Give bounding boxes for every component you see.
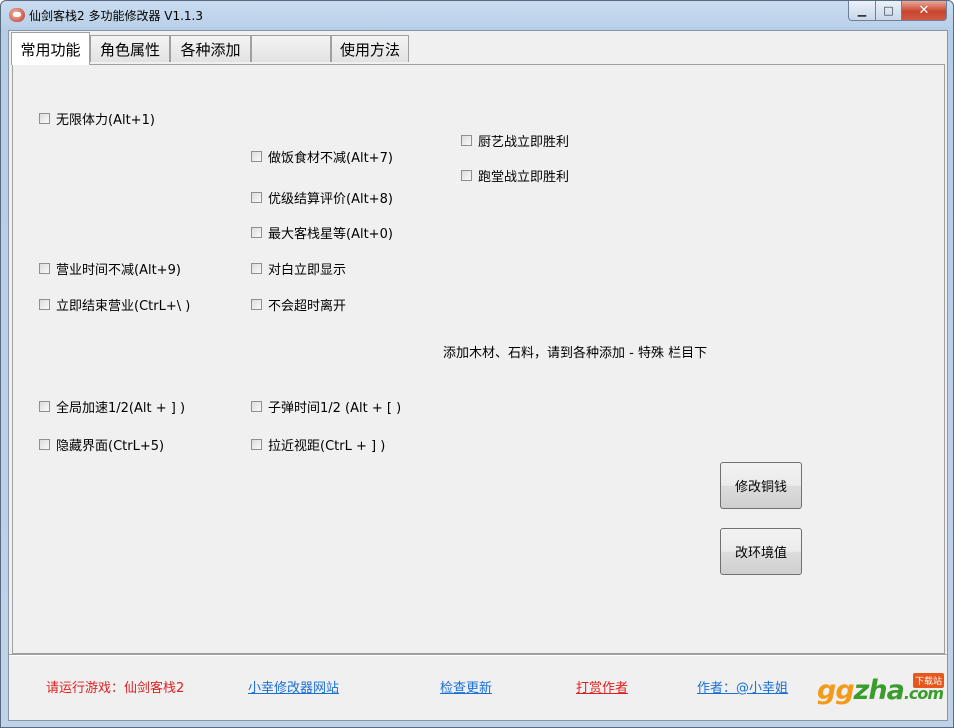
checkbox-label: 子弹时间1/2 (Alt + [ ) bbox=[268, 401, 402, 416]
minimize-icon: ▁ bbox=[857, 4, 867, 17]
window-controls: ▁ □ ✕ bbox=[848, 1, 947, 21]
checkbox-instant-dialogue[interactable]: 对白立即显示 bbox=[251, 259, 346, 278]
checkbox-box[interactable] bbox=[461, 135, 472, 146]
checkbox-box[interactable] bbox=[461, 170, 472, 181]
checkbox-label: 立即结束营业(CtrL+\ ) bbox=[56, 299, 191, 314]
footer-divider bbox=[9, 654, 947, 656]
checkbox-label: 无限体力(Alt+1) bbox=[56, 113, 155, 128]
checkbox-label: 隐藏界面(CtrL+5) bbox=[56, 439, 165, 454]
watermark-tag: 下载站 bbox=[913, 673, 945, 688]
close-icon: ✕ bbox=[918, 3, 930, 18]
website-link[interactable]: 小幸修改器网站 bbox=[248, 677, 339, 696]
checkbox-label: 全局加速1/2(Alt + ] ) bbox=[56, 401, 186, 416]
tab-character[interactable]: 角色属性 bbox=[90, 35, 170, 62]
checkbox-box[interactable] bbox=[39, 439, 50, 450]
checkbox-box[interactable] bbox=[251, 439, 262, 450]
donate-link[interactable]: 打赏作者 bbox=[576, 677, 628, 696]
checkbox-box[interactable] bbox=[39, 263, 50, 274]
checkbox-box[interactable] bbox=[251, 151, 262, 162]
checkbox-box[interactable] bbox=[251, 263, 262, 274]
maximize-icon: □ bbox=[883, 4, 894, 17]
app-window: 仙剑客栈2 多功能修改器 V1.1.3 ▁ □ ✕ 常用功能 角色属性 各种添加… bbox=[0, 0, 954, 728]
app-icon bbox=[9, 8, 25, 22]
checkbox-box[interactable] bbox=[251, 401, 262, 412]
checkbox-box[interactable] bbox=[251, 192, 262, 203]
tab-panel-common: 无限体力(Alt+1) 营业时间不减(Alt+9) 立即结束营业(CtrL+\ … bbox=[12, 64, 945, 654]
ggzha-watermark-logo: ggzha.com 下载站 bbox=[817, 673, 947, 713]
tab-add-items[interactable]: 各种添加 bbox=[170, 35, 251, 62]
tab-usage[interactable]: 使用方法 bbox=[331, 35, 409, 62]
minimize-button[interactable]: ▁ bbox=[848, 1, 876, 21]
modify-environment-button[interactable]: 改环境值 bbox=[720, 528, 802, 575]
checkbox-box[interactable] bbox=[251, 227, 262, 238]
close-button[interactable]: ✕ bbox=[902, 1, 947, 21]
checkbox-zoom-in[interactable]: 拉近视距(CtrL + ] ) bbox=[251, 435, 385, 454]
checkbox-no-ingredient-loss[interactable]: 做饭食材不减(Alt+7) bbox=[251, 147, 393, 166]
checkbox-label: 做饭食材不减(Alt+7) bbox=[268, 151, 393, 166]
checkbox-global-speed[interactable]: 全局加速1/2(Alt + ] ) bbox=[39, 397, 185, 416]
checkbox-hide-ui[interactable]: 隐藏界面(CtrL+5) bbox=[39, 435, 164, 454]
tab-blank[interactable] bbox=[251, 35, 331, 62]
checkbox-box[interactable] bbox=[39, 401, 50, 412]
check-update-link[interactable]: 检查更新 bbox=[440, 677, 492, 696]
checkbox-label: 跑堂战立即胜利 bbox=[478, 170, 570, 185]
checkbox-end-business-now[interactable]: 立即结束营业(CtrL+\ ) bbox=[39, 295, 190, 314]
checkbox-no-timeout-leave[interactable]: 不会超时离开 bbox=[251, 295, 346, 314]
window-title: 仙剑客栈2 多功能修改器 V1.1.3 bbox=[29, 9, 204, 23]
checkbox-label: 优级结算评价(Alt+8) bbox=[268, 192, 393, 207]
checkbox-running-battle-win[interactable]: 跑堂战立即胜利 bbox=[461, 166, 569, 185]
checkbox-bullet-time[interactable]: 子弹时间1/2 (Alt + [ ) bbox=[251, 397, 401, 416]
run-game-status: 请运行游戏：仙剑客栈2 bbox=[46, 681, 185, 696]
checkbox-label: 营业时间不减(Alt+9) bbox=[56, 263, 181, 278]
checkbox-business-time-freeze[interactable]: 营业时间不减(Alt+9) bbox=[39, 259, 181, 278]
checkbox-max-inn-stars[interactable]: 最大客栈星等(Alt+0) bbox=[251, 223, 393, 242]
title-bar[interactable]: 仙剑客栈2 多功能修改器 V1.1.3 ▁ □ ✕ bbox=[1, 1, 953, 29]
checkbox-superior-rating[interactable]: 优级结算评价(Alt+8) bbox=[251, 188, 393, 207]
checkbox-label: 最大客栈星等(Alt+0) bbox=[268, 227, 393, 242]
checkbox-box[interactable] bbox=[39, 299, 50, 310]
maximize-button[interactable]: □ bbox=[876, 1, 902, 21]
checkbox-label: 拉近视距(CtrL + ] ) bbox=[268, 439, 386, 454]
checkbox-infinite-stamina[interactable]: 无限体力(Alt+1) bbox=[39, 109, 155, 128]
modify-money-button[interactable]: 修改铜钱 bbox=[720, 462, 802, 509]
checkbox-label: 厨艺战立即胜利 bbox=[478, 135, 570, 150]
checkbox-label: 对白立即显示 bbox=[268, 263, 347, 278]
tab-common[interactable]: 常用功能 bbox=[11, 32, 90, 65]
author-link[interactable]: 作者：@小幸姐 bbox=[697, 677, 788, 696]
tab-strip: 常用功能 角色属性 各种添加 使用方法 bbox=[9, 31, 947, 65]
checkbox-box[interactable] bbox=[39, 113, 50, 124]
checkbox-box[interactable] bbox=[251, 299, 262, 310]
checkbox-label: 不会超时离开 bbox=[268, 299, 347, 314]
client-area: 常用功能 角色属性 各种添加 使用方法 无限体力(Alt+1) 营业时间不减(A… bbox=[8, 30, 948, 721]
checkbox-cooking-battle-win[interactable]: 厨艺战立即胜利 bbox=[461, 131, 569, 150]
add-materials-note: 添加木材、石料，请到各种添加 - 特殊 栏目下 bbox=[443, 346, 708, 361]
